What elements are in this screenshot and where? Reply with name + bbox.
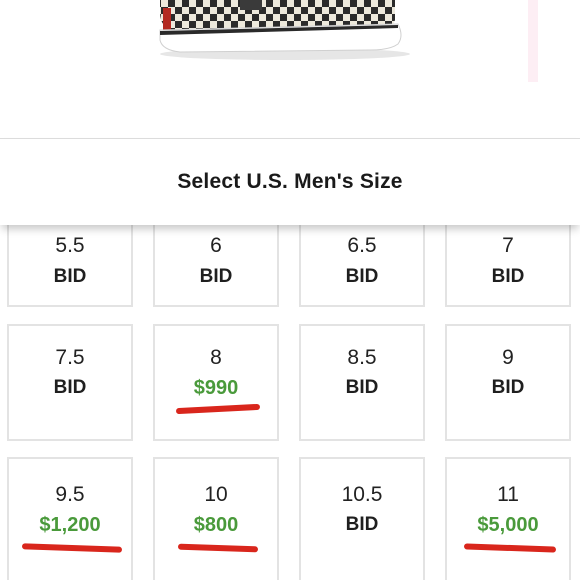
ask-price: $5,000	[477, 514, 539, 536]
size-selector-title: Select U.S. Men's Size	[177, 170, 403, 193]
size-selector-header: Select U.S. Men's Size	[0, 138, 580, 225]
size-option-10-5[interactable]: 10.5 BID	[299, 457, 425, 580]
size-option-11[interactable]: 11 $5,000	[445, 457, 571, 580]
size-option-9-5[interactable]: 9.5 $1,200	[7, 457, 133, 580]
bid-label: BID	[345, 514, 379, 535]
size-label: 6.5	[347, 234, 377, 257]
sneaker-image	[159, 0, 538, 82]
size-option-8-5[interactable]: 8.5 BID	[299, 324, 425, 441]
bid-label: BID	[345, 377, 379, 398]
product-image-area	[0, 0, 580, 138]
size-label: 10	[204, 483, 228, 506]
size-grid: 5.5 BID 6 BID 6.5 BID 7 BID 7.5 BID 8 $990 8.5 BID 9 BI…	[0, 224, 580, 580]
size-option-10[interactable]: 10 $800	[153, 457, 279, 580]
size-option-8[interactable]: 8 $990	[153, 324, 279, 441]
bid-label: BID	[491, 266, 525, 287]
size-option-6-5[interactable]: 6.5 BID	[299, 224, 425, 307]
ask-price: $1,200	[39, 514, 101, 536]
size-option-5-5[interactable]: 5.5 BID	[7, 224, 133, 307]
size-label: 11	[497, 483, 519, 506]
size-label: 7	[502, 234, 514, 257]
size-label: 6	[210, 234, 222, 257]
size-label: 9.5	[55, 483, 85, 506]
size-option-6[interactable]: 6 BID	[153, 224, 279, 307]
bid-label: BID	[53, 266, 87, 287]
size-option-9[interactable]: 9 BID	[445, 324, 571, 441]
size-label: 9	[502, 346, 514, 369]
bid-label: BID	[199, 266, 233, 287]
ask-price: $800	[193, 514, 239, 536]
size-label: 7.5	[55, 346, 85, 369]
ask-price: $990	[193, 377, 239, 399]
size-label: 8.5	[347, 346, 377, 369]
size-label: 10.5	[341, 483, 383, 506]
size-option-7-5[interactable]: 7.5 BID	[7, 324, 133, 441]
bid-label: BID	[491, 377, 525, 398]
size-label: 8	[210, 346, 222, 369]
bid-label: BID	[53, 377, 87, 398]
size-option-7[interactable]: 7 BID	[445, 224, 571, 307]
size-label: 5.5	[55, 234, 85, 257]
bid-label: BID	[345, 266, 379, 287]
